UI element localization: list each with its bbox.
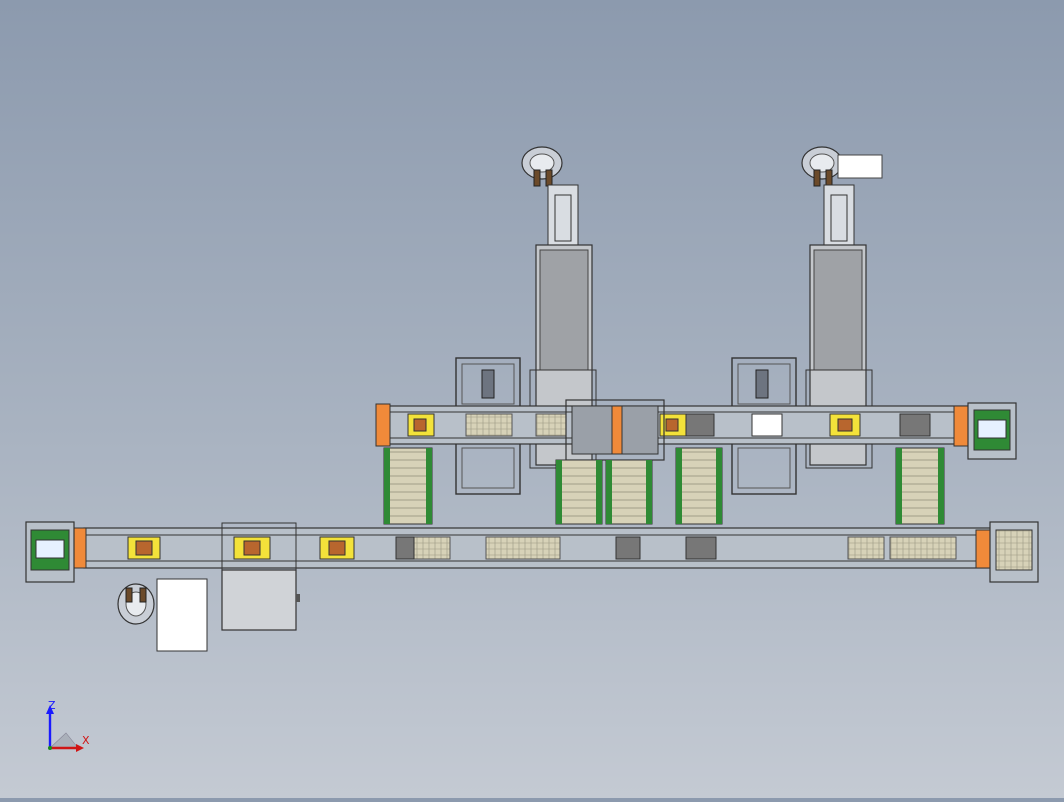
- robot-arm-left[interactable]: [521, 146, 579, 246]
- end-unit-lower-right[interactable]: [989, 521, 1039, 583]
- label-box-top-right: [837, 154, 883, 179]
- orientation-triad: [46, 705, 84, 752]
- end-unit-upper-right[interactable]: [967, 402, 1017, 460]
- cross-conveyor-5[interactable]: [895, 447, 945, 525]
- lower-conveyor[interactable]: [71, 527, 993, 569]
- assembly-line-model[interactable]: [0, 0, 1064, 798]
- fixture-yellow-upper-1[interactable]: [407, 413, 435, 437]
- fixture-yellow-lower-2[interactable]: [233, 536, 271, 560]
- cad-viewport[interactable]: Z X: [0, 0, 1064, 798]
- fixture-yellow-upper-3[interactable]: [829, 413, 861, 437]
- triad-z-label: Z: [48, 699, 56, 712]
- end-unit-lower-left[interactable]: [25, 521, 75, 583]
- white-bin[interactable]: [156, 578, 208, 652]
- fixture-yellow-lower-3[interactable]: [319, 536, 355, 560]
- cross-conveyor-3[interactable]: [605, 459, 653, 525]
- transfer-module-center[interactable]: [565, 399, 665, 461]
- cross-conveyor-1[interactable]: [383, 447, 433, 525]
- triad-x-label: X: [82, 734, 90, 747]
- cross-conveyor-4[interactable]: [675, 447, 723, 525]
- robot-arm-bottom[interactable]: [117, 583, 155, 625]
- fixture-yellow-lower-1[interactable]: [127, 536, 161, 560]
- cross-conveyor-2[interactable]: [555, 459, 603, 525]
